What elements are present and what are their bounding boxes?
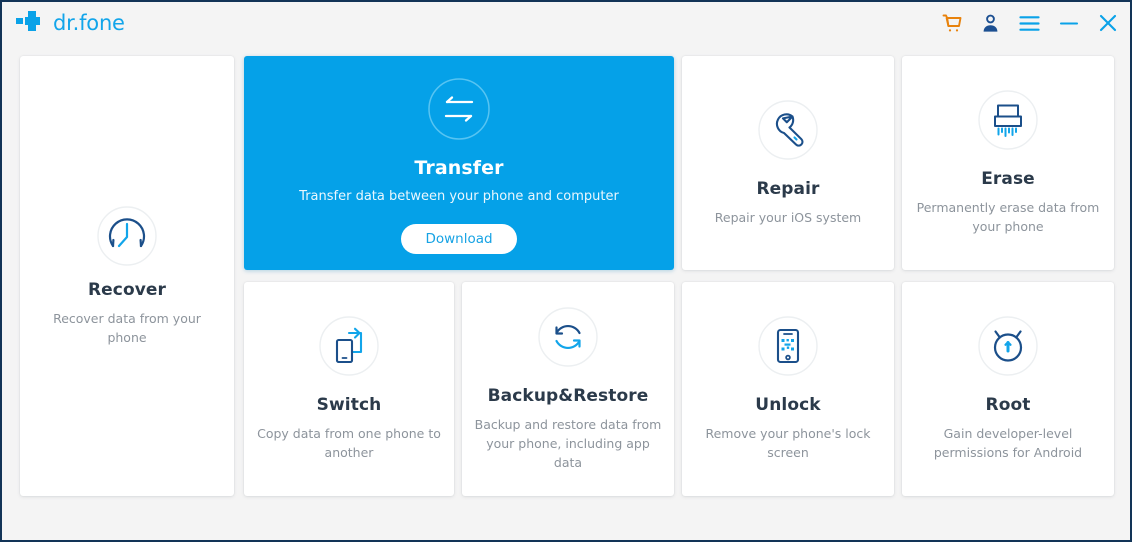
phone-lock-icon: [758, 316, 818, 381]
tile-title: Backup&Restore: [487, 385, 649, 406]
brand: dr.fone: [16, 10, 125, 37]
wrench-icon: [758, 99, 818, 165]
tile-erase[interactable]: Erase Permanently erase data from your p…: [902, 56, 1114, 270]
tile-recover[interactable]: Recover Recover data from your phone: [20, 56, 234, 496]
tile-title: Switch: [316, 395, 382, 415]
feature-grid: Recover Recover data from your phone Tra…: [20, 56, 1114, 496]
plus-cross-logo-icon: [16, 10, 46, 37]
tile-repair[interactable]: Repair Repair your iOS system: [682, 56, 894, 270]
tile-title: Erase: [981, 169, 1035, 189]
circular-arrows-icon: [538, 306, 598, 372]
window-controls: [942, 13, 1118, 33]
tile-title: Root: [985, 395, 1031, 415]
minimize-icon[interactable]: [1059, 15, 1079, 32]
menu-icon[interactable]: [1019, 15, 1040, 32]
tile-description: Repair your iOS system: [714, 209, 862, 225]
close-icon[interactable]: [1098, 13, 1118, 33]
tile-root[interactable]: Root Gain developer-level permissions fo…: [902, 282, 1114, 496]
tile-description: Permanently erase data from your phone: [916, 200, 1100, 234]
account-icon[interactable]: [981, 14, 1000, 33]
brand-name: dr.fone: [53, 11, 125, 35]
cart-icon[interactable]: [942, 14, 962, 33]
title-bar: dr.fone: [2, 2, 1130, 44]
tile-unlock[interactable]: Unlock Remove your phone's lock screen: [682, 282, 894, 496]
tile-description: Copy data from one phone to another: [257, 426, 441, 460]
download-button[interactable]: Download: [401, 224, 517, 255]
tile-description: Remove your phone's lock screen: [705, 426, 871, 460]
tile-description: Backup and restore data from your phone,…: [474, 416, 662, 470]
tile-description: Gain developer-level permissions for And…: [933, 426, 1083, 460]
tile-transfer[interactable]: Transfer Transfer data between your phon…: [244, 56, 674, 270]
app-window: dr.fone Recover Recover data from your p…: [0, 0, 1132, 542]
phone-switch-icon: [319, 316, 379, 381]
android-head-icon: [978, 316, 1038, 381]
tile-description: Recover data from your phone: [53, 310, 201, 345]
tile-backup-restore[interactable]: Backup&Restore Backup and restore data f…: [462, 282, 674, 496]
shredder-icon: [978, 90, 1038, 155]
tile-title: Unlock: [755, 395, 821, 415]
tile-title: Repair: [756, 178, 820, 199]
tile-description: Transfer data between your phone and com…: [299, 188, 619, 204]
tile-switch[interactable]: Switch Copy data from one phone to anoth…: [244, 282, 454, 496]
tile-title: Recover: [87, 279, 167, 300]
clock-recover-icon: [97, 205, 157, 266]
transfer-arrows-icon: [428, 77, 490, 145]
tile-title: Transfer: [414, 156, 504, 179]
